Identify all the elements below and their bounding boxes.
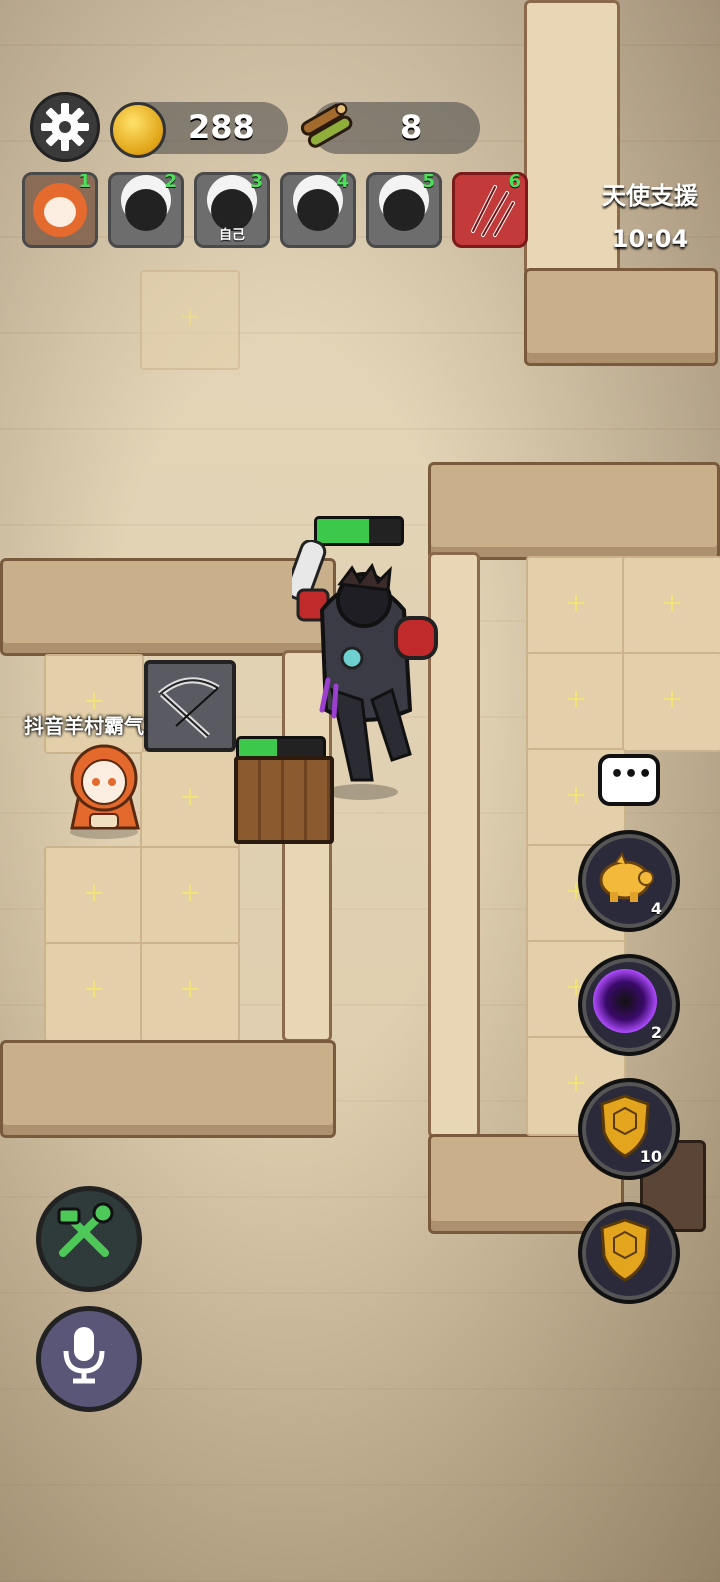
crossbow-trap[interactable] [144, 660, 236, 752]
floor-tile [622, 652, 720, 752]
wood-icon [300, 103, 353, 148]
stone-wall [428, 462, 720, 560]
stone-wall [524, 268, 718, 366]
wrench-hammer-icon [57, 1202, 114, 1257]
settings-button[interactable] [30, 92, 100, 162]
player-slot-3[interactable]: 3 自己 [194, 171, 270, 248]
floor-tile [526, 556, 626, 656]
floor-tile [526, 652, 626, 752]
wood-amount: 8 [400, 108, 423, 146]
gear-icon [41, 103, 89, 151]
floor-tile [140, 942, 240, 1042]
floor-tile [44, 942, 144, 1042]
slot-number: 4 [336, 171, 349, 192]
microphone-icon [63, 1327, 105, 1384]
chat-button[interactable]: ••• [598, 754, 660, 806]
skill-shield-button[interactable] [578, 1202, 680, 1304]
player-slot-2[interactable]: 2 [108, 171, 184, 248]
skill-count: 10 [639, 1147, 662, 1166]
shield-icon [600, 1218, 650, 1282]
slot-number: 2 [164, 171, 177, 192]
angel-support-timer: 10:04 [611, 225, 689, 253]
floor-tile [140, 750, 240, 850]
sheep-player-character[interactable] [62, 740, 146, 840]
floor-tile [140, 846, 240, 946]
floor-tile [44, 846, 144, 946]
wooden-crate[interactable] [234, 756, 334, 844]
angel-support-title: 天使支援 [602, 182, 698, 210]
stone-wall [0, 1040, 336, 1138]
stone-wall [0, 558, 336, 656]
skill-piggy-bank-button[interactable]: 4 [578, 830, 680, 932]
coin-icon [110, 102, 166, 158]
slot-label: 自己 [218, 228, 245, 243]
slot-number: 3 [250, 171, 263, 192]
sheep-avatar [125, 189, 167, 231]
player-name: 抖音羊村霸气 [24, 714, 144, 738]
player-slot-1[interactable]: 1 [22, 171, 98, 248]
player-slot-5[interactable]: 5 [366, 171, 442, 248]
player-slot-4[interactable]: 4 [280, 171, 356, 248]
chat-bubble-icon: ••• [610, 762, 653, 787]
floor-tile [622, 556, 720, 656]
build-button[interactable] [36, 1186, 142, 1292]
sheep-avatar [383, 189, 425, 231]
floor-tile [140, 270, 240, 370]
slot-number: 1 [78, 171, 91, 192]
sheep-avatar [297, 189, 339, 231]
floor-tile [44, 654, 144, 754]
voice-button[interactable] [36, 1306, 142, 1412]
skill-count: 2 [650, 1023, 662, 1042]
game-map[interactable]: 288 8 1 2 3 自己 4 5 [0, 0, 720, 1582]
slot-number: 5 [422, 171, 435, 192]
skill-count: 4 [650, 899, 662, 918]
skill-portal-button[interactable]: 2 [578, 954, 680, 1056]
crossbow-icon [158, 677, 220, 739]
angel-support: 天使支援 10:04 [602, 176, 698, 253]
slot-number: 6 [508, 171, 521, 192]
player-slot-6[interactable]: 6 [452, 171, 528, 248]
coin-amount: 288 [188, 108, 255, 146]
skill-shield-button[interactable]: 10 [578, 1078, 680, 1180]
